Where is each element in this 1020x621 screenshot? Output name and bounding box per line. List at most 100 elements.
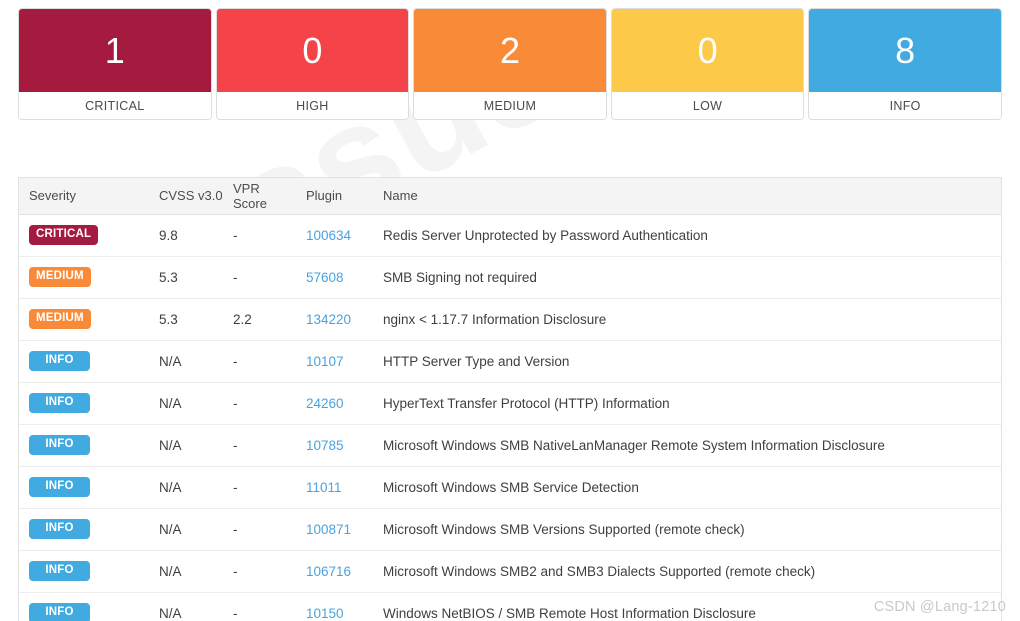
table-row[interactable]: INFO N/A -11011 Microsoft Windows SMB Servi…	[19, 466, 1001, 509]
findings-table-container: Severity CVSS v3.0 VPR Score Plugin Name…	[18, 177, 1002, 621]
cell-vpr-score: -	[223, 424, 296, 467]
cell-finding-name: nginx < 1.17.7 Information Disclosure	[373, 298, 1001, 341]
plugin-id-link[interactable]: 10785	[306, 438, 344, 453]
cell-plugin-id: 100634	[296, 214, 373, 257]
status-badge: CRITICAL	[29, 225, 99, 245]
status-badge: INFO	[29, 435, 90, 455]
cell-plugin-id: 10107	[296, 340, 373, 383]
severity-card-label: CRITICAL	[19, 92, 211, 119]
column-header-severity[interactable]: Severity	[19, 178, 149, 215]
cell-severity: INFO	[19, 466, 149, 509]
severity-card-count: 0	[611, 9, 804, 92]
cell-plugin-id: 57608	[296, 256, 373, 299]
cell-severity: INFO	[19, 424, 149, 467]
severity-card-info[interactable]: 8 INFO	[808, 8, 1002, 120]
status-badge: MEDIUM	[29, 309, 91, 329]
severity-card-count: 0	[216, 9, 409, 92]
table-row[interactable]: MEDIUM 5.3 2.2 134220 nginx < 1.17.7 Informa…	[19, 298, 1001, 341]
severity-card-high[interactable]: 0 HIGH	[215, 8, 410, 120]
cell-cvss-score: N/A	[149, 424, 223, 467]
cell-cvss-score: N/A	[149, 340, 223, 383]
cell-plugin-id: 100871	[296, 508, 373, 551]
cell-finding-name: Redis Server Unprotected by Password Aut…	[373, 214, 1001, 257]
cell-severity: MEDIUM	[19, 298, 149, 341]
cell-cvss-score: 9.8	[149, 214, 223, 257]
severity-card-count: 2	[414, 9, 606, 92]
cell-plugin-id: 10150	[296, 592, 373, 621]
cell-vpr-score: -	[223, 256, 296, 299]
table-row[interactable]: INFO N/A -106716 Microsoft Windows SMB2 and…	[19, 550, 1001, 593]
table-header-row: Severity CVSS v3.0 VPR Score Plugin Name	[19, 178, 1001, 215]
plugin-id-link[interactable]: 134220	[306, 312, 351, 327]
severity-card-critical[interactable]: 1 CRITICAL	[18, 8, 212, 120]
plugin-id-link[interactable]: 106716	[306, 564, 351, 579]
plugin-id-link[interactable]: 24260	[306, 396, 344, 411]
findings-table: Severity CVSS v3.0 VPR Score Plugin Name…	[19, 178, 1001, 621]
plugin-id-link[interactable]: 100871	[306, 522, 351, 537]
cell-severity: INFO	[19, 382, 149, 425]
cell-finding-name: Microsoft Windows SMB NativeLanManager R…	[373, 424, 1001, 467]
cell-plugin-id: 24260	[296, 382, 373, 425]
cell-plugin-id: 106716	[296, 550, 373, 593]
cell-vpr-score: -	[223, 592, 296, 621]
plugin-id-link[interactable]: 10150	[306, 606, 344, 621]
table-row[interactable]: INFO N/A -10785 Microsoft Windows SMB Nativ…	[19, 424, 1001, 467]
severity-card-count: 1	[19, 9, 211, 92]
severity-card-medium[interactable]: 2 MEDIUM	[413, 8, 607, 120]
column-header-cvss[interactable]: CVSS v3.0	[149, 178, 223, 215]
cell-vpr-score: -	[223, 550, 296, 593]
status-badge: INFO	[29, 477, 90, 497]
column-header-name[interactable]: Name	[373, 178, 1001, 215]
status-badge: INFO	[29, 603, 90, 621]
severity-card-label: HIGH	[216, 92, 409, 119]
cell-plugin-id: 11011	[296, 466, 373, 509]
severity-card-count: 8	[809, 9, 1001, 92]
status-badge: INFO	[29, 351, 90, 371]
cell-severity: INFO	[19, 340, 149, 383]
cell-vpr-score: -	[223, 382, 296, 425]
table-row[interactable]: INFO N/A -24260 HyperText Transfer Protocol…	[19, 382, 1001, 425]
cell-vpr-score: -	[223, 466, 296, 509]
table-row[interactable]: INFO N/A -100871 Microsoft Windows SMB Vers…	[19, 508, 1001, 551]
column-header-plugin[interactable]: Plugin	[296, 178, 373, 215]
cell-severity: INFO	[19, 508, 149, 551]
cell-cvss-score: 5.3	[149, 256, 223, 299]
status-badge: INFO	[29, 561, 90, 581]
cell-cvss-score: N/A	[149, 592, 223, 621]
cell-severity: MEDIUM	[19, 256, 149, 299]
cell-cvss-score: N/A	[149, 550, 223, 593]
cell-severity: INFO	[19, 550, 149, 593]
cell-cvss-score: 5.3	[149, 298, 223, 341]
severity-summary-cards: 1 CRITICAL 0 HIGH 2 MEDIUM 0 LOW 8 INFO	[18, 8, 1002, 120]
cell-finding-name: HTTP Server Type and Version	[373, 340, 1001, 383]
cell-plugin-id: 134220	[296, 298, 373, 341]
table-row[interactable]: MEDIUM 5.3-57608 SMB Signing not required	[19, 256, 1001, 299]
cell-finding-name: Windows NetBIOS / SMB Remote Host Inform…	[373, 592, 1001, 621]
status-badge: INFO	[29, 393, 90, 413]
cell-vpr-score: 2.2	[223, 298, 296, 341]
cell-severity: CRITICAL	[19, 214, 149, 257]
cell-severity: INFO	[19, 592, 149, 621]
severity-card-label: INFO	[809, 92, 1001, 119]
findings-table-body: CRITICAL 9.8-100634 Redis Server Unprotect…	[19, 214, 1001, 621]
cell-vpr-score: -	[223, 508, 296, 551]
cell-finding-name: Microsoft Windows SMB2 and SMB3 Dialects…	[373, 550, 1001, 593]
cell-finding-name: Microsoft Windows SMB Versions Supported…	[373, 508, 1001, 551]
severity-card-label: MEDIUM	[414, 92, 606, 119]
findings-table-header: Severity CVSS v3.0 VPR Score Plugin Name	[19, 178, 1001, 215]
plugin-id-link[interactable]: 57608	[306, 270, 344, 285]
table-row[interactable]: CRITICAL 9.8-100634 Redis Server Unprotect…	[19, 214, 1001, 257]
scan-results-page: Nessus 1CRITICAL0HIGH2MEDIUM0LOW8INFO Se…	[0, 0, 1020, 621]
table-row[interactable]: INFO N/A -10107 HTTP Server Type and Versio…	[19, 340, 1001, 383]
cell-finding-name: Microsoft Windows SMB Service Detection	[373, 466, 1001, 509]
plugin-id-link[interactable]: 100634	[306, 228, 351, 243]
plugin-id-link[interactable]: 10107	[306, 354, 344, 369]
severity-card-label: LOW	[611, 92, 804, 119]
cell-vpr-score: -	[223, 214, 296, 257]
cell-finding-name: SMB Signing not required	[373, 256, 1001, 299]
cell-plugin-id: 10785	[296, 424, 373, 467]
severity-card-low[interactable]: 0 LOW	[610, 8, 805, 120]
plugin-id-link[interactable]: 11011	[306, 480, 342, 495]
column-header-vpr-score[interactable]: VPR Score	[223, 178, 296, 215]
table-row[interactable]: INFO N/A -10150 Windows NetBIOS / SMB Remot…	[19, 592, 1001, 621]
